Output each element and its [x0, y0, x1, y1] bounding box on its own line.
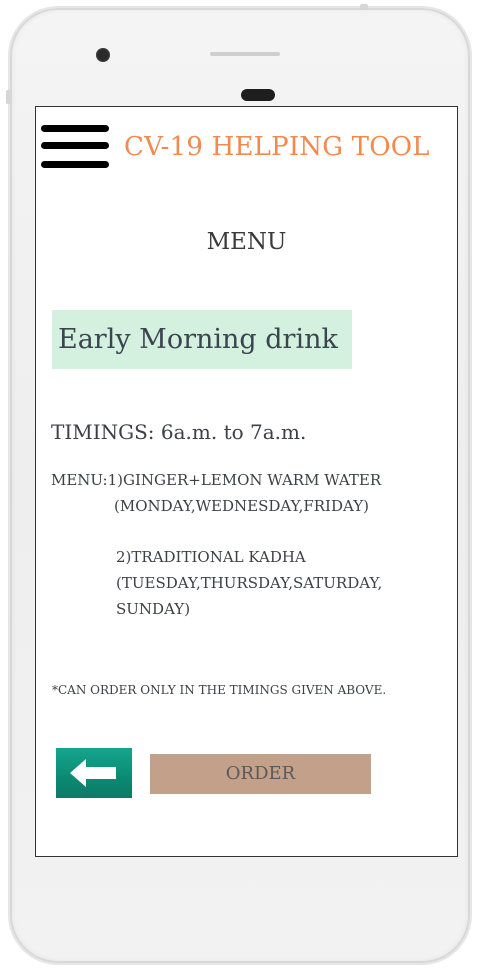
left-arrow-icon: [70, 759, 116, 787]
menu-item-1-days: (MONDAY,WEDNESDAY,FRIDAY): [114, 497, 369, 515]
front-camera: [96, 48, 110, 62]
back-button[interactable]: [56, 748, 132, 798]
menu-item-2-days: (TUESDAY,THURSDAY,SATURDAY,: [116, 574, 383, 592]
drink-title-banner: Early Morning drink: [52, 310, 352, 369]
order-button[interactable]: ORDER: [150, 754, 371, 794]
top-speaker-grille: [210, 52, 280, 56]
app-screen: CV-19 HELPING TOOL MENU Early Morning dr…: [35, 106, 458, 857]
menu-item-2: 2)TRADITIONAL KADHA: [116, 548, 306, 566]
page-heading: MENU: [206, 229, 287, 255]
order-note: *CAN ORDER ONLY IN THE TIMINGS GIVEN ABO…: [52, 683, 387, 697]
earpiece: [241, 89, 275, 101]
phone-top-button: [360, 4, 368, 10]
timings-text: TIMINGS: 6a.m. to 7a.m.: [51, 420, 307, 444]
menu-item-1: MENU:1)GINGER+LEMON WARM WATER: [51, 471, 382, 489]
app-title: CV-19 HELPING TOOL: [124, 132, 430, 162]
menu-item-2-days-cont: SUNDAY): [116, 600, 191, 618]
phone-side-button: [6, 90, 11, 104]
hamburger-menu-icon[interactable]: [41, 123, 111, 173]
